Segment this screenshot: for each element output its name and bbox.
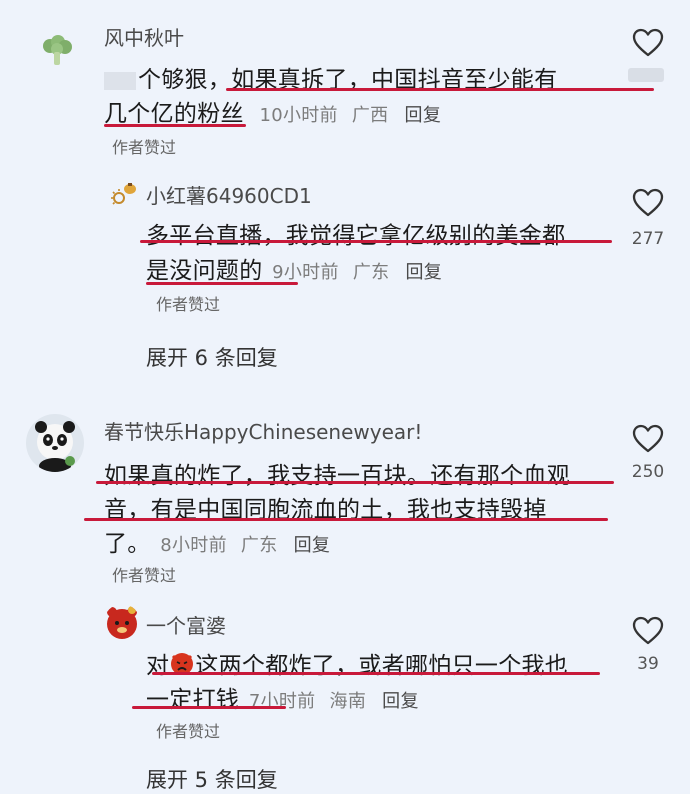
like-count: 250 (631, 462, 665, 482)
reply-button[interactable]: 回复 (294, 535, 331, 556)
like-count: 39 (637, 654, 659, 674)
comment-text: 是没问题的 9小时前 广东 回复 (146, 258, 443, 284)
comment-meta: 9小时前 广东 回复 (272, 262, 443, 283)
expand-replies-button[interactable]: 展开 5 条回复 (146, 764, 278, 794)
highlight-underline (104, 124, 246, 127)
avatar[interactable] (104, 604, 140, 640)
reply-button[interactable]: 回复 (382, 691, 419, 712)
highlight-underline (152, 672, 600, 675)
broccoli-icon (43, 35, 72, 65)
comment-username[interactable]: 小红薯64960CD1 (146, 180, 312, 209)
comment-username[interactable]: 风中秋叶 (104, 22, 184, 51)
heart-icon[interactable] (632, 188, 664, 218)
highlight-underline (146, 282, 298, 285)
comment-meta: 8小时前 广东 回复 (160, 535, 331, 556)
highlight-underline (226, 88, 654, 91)
avatar[interactable] (38, 32, 76, 70)
like-count: 277 (631, 229, 665, 249)
highlight-underline (140, 240, 612, 243)
comment-text: 多平台直播，我觉得它拿亿级别的美金都 (146, 223, 566, 249)
blurred-count (628, 68, 664, 82)
avatar[interactable] (108, 178, 140, 210)
highlight-underline (132, 706, 286, 709)
comment-username[interactable]: 春节快乐HappyChinesenewyear! (104, 416, 422, 445)
comment-meta: 10小时前 广西 回复 (259, 105, 442, 126)
comment-text: 了。 8小时前 广东 回复 (104, 531, 331, 557)
highlight-underline (96, 481, 614, 484)
sun-food-icon (111, 183, 136, 205)
heart-icon[interactable] (632, 424, 664, 454)
reply-button[interactable]: 回复 (405, 262, 442, 283)
panda-icon (35, 421, 75, 472)
comment-text: 如果真的炸了，我支持一百块。还有那个血观 (104, 463, 570, 489)
comment-username[interactable]: 一个富婆 (146, 610, 226, 639)
author-liked-badge: 作者赞过 (112, 138, 177, 157)
red-bear-icon (107, 606, 137, 639)
comment-text: 几个亿的粉丝 10小时前 广西 回复 (104, 101, 442, 127)
redacted-text (104, 71, 136, 90)
reply-button[interactable]: 回复 (405, 105, 442, 126)
author-liked-badge: 作者赞过 (156, 722, 221, 741)
author-liked-badge: 作者赞过 (112, 566, 177, 585)
avatar[interactable] (26, 414, 84, 472)
author-liked-badge: 作者赞过 (156, 295, 221, 314)
heart-icon[interactable] (632, 28, 664, 58)
expand-replies-button[interactable]: 展开 6 条回复 (146, 342, 278, 372)
heart-icon[interactable] (632, 616, 664, 646)
highlight-underline (84, 518, 608, 521)
